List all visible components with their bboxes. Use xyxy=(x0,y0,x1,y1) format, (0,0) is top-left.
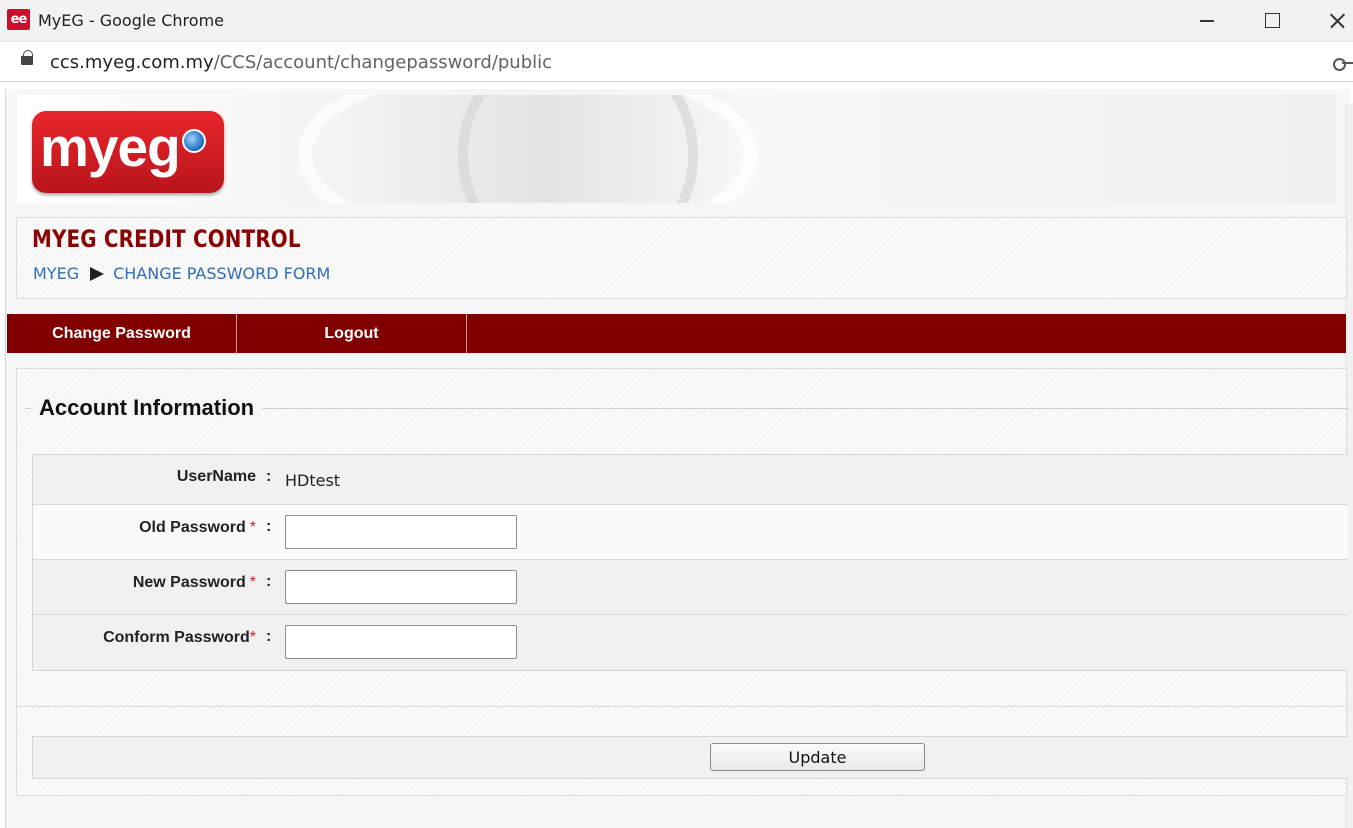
menu-logout[interactable]: Logout xyxy=(237,314,467,353)
window-titlebar: ee MyEG - Google Chrome xyxy=(0,0,1353,42)
label-colon: : xyxy=(266,628,272,645)
button-bar: Update xyxy=(32,736,1348,779)
confirm-password-input[interactable] xyxy=(285,625,517,659)
main-menu: Change Password Logout xyxy=(7,314,1346,353)
page-title: MYEG CREDIT CONTROL xyxy=(32,225,301,253)
old-password-label-text: Old Password xyxy=(139,519,246,536)
username-label-text: UserName xyxy=(176,468,256,485)
address-bar[interactable]: ccs.myeg.com.my/CCS/account/changepasswo… xyxy=(0,42,1353,82)
logo-globe-icon xyxy=(182,129,206,153)
lock-icon[interactable] xyxy=(21,50,33,65)
new-password-label-text: New Password xyxy=(132,574,246,591)
label-colon: : xyxy=(266,468,272,485)
window-title: MyEG - Google Chrome xyxy=(38,11,224,30)
arrow-right-icon xyxy=(90,266,105,281)
username-value: HDtest xyxy=(285,471,341,490)
new-password-label: New Password * xyxy=(133,574,256,592)
account-form-panel: Account Information UserName : HDtest Ol… xyxy=(16,368,1348,796)
new-password-row: New Password * : xyxy=(33,560,1348,615)
close-icon[interactable] xyxy=(1318,6,1353,36)
old-password-label: Old Password * xyxy=(139,519,256,537)
maximize-icon[interactable] xyxy=(1253,6,1289,36)
update-button[interactable]: Update xyxy=(710,743,925,771)
minimize-icon[interactable] xyxy=(1188,6,1224,36)
divider xyxy=(17,706,1348,707)
myeg-logo: myeg xyxy=(32,111,224,193)
username-row: UserName : HDtest xyxy=(33,455,1348,505)
myeg-app-icon: ee xyxy=(7,9,30,30)
confirm-password-label: Conform Password* xyxy=(103,629,256,647)
old-password-input[interactable] xyxy=(285,515,517,549)
confirm-password-row: Conform Password* : xyxy=(33,615,1348,670)
url-domain: ccs.myeg.com.my xyxy=(50,52,214,73)
url-path: /CCS/account/changepassword/public xyxy=(213,52,553,73)
confirm-password-label-text: Conform Password xyxy=(103,629,250,646)
required-mark: * xyxy=(249,519,256,536)
label-colon: : xyxy=(266,518,272,535)
banner-swoosh xyxy=(458,95,698,203)
required-mark: * xyxy=(249,629,256,646)
page-viewport: myeg MYEG CREDIT CONTROL MYEG CHANGE PAS… xyxy=(0,83,1353,828)
form-legend: Account Information xyxy=(31,395,263,421)
breadcrumb: MYEG CHANGE PASSWORD FORM xyxy=(33,264,330,283)
old-password-row: Old Password * : xyxy=(33,505,1348,560)
breadcrumb-home-link[interactable]: MYEG xyxy=(33,264,79,283)
label-colon: : xyxy=(266,573,272,590)
form-table: UserName : HDtest Old Password * : New Pa… xyxy=(32,454,1348,671)
username-label: UserName xyxy=(177,468,256,486)
new-password-input[interactable] xyxy=(285,570,517,604)
key-icon[interactable] xyxy=(1333,58,1353,71)
logo-text: myeg xyxy=(40,116,181,178)
title-panel: MYEG CREDIT CONTROL MYEG CHANGE PASSWORD… xyxy=(16,217,1347,299)
breadcrumb-current[interactable]: CHANGE PASSWORD FORM xyxy=(113,264,330,283)
menu-change-password[interactable]: Change Password xyxy=(7,314,237,353)
url-text[interactable]: ccs.myeg.com.my/CCS/account/changepasswo… xyxy=(50,52,552,73)
header-banner: myeg xyxy=(18,95,1336,203)
required-mark: * xyxy=(249,574,256,591)
